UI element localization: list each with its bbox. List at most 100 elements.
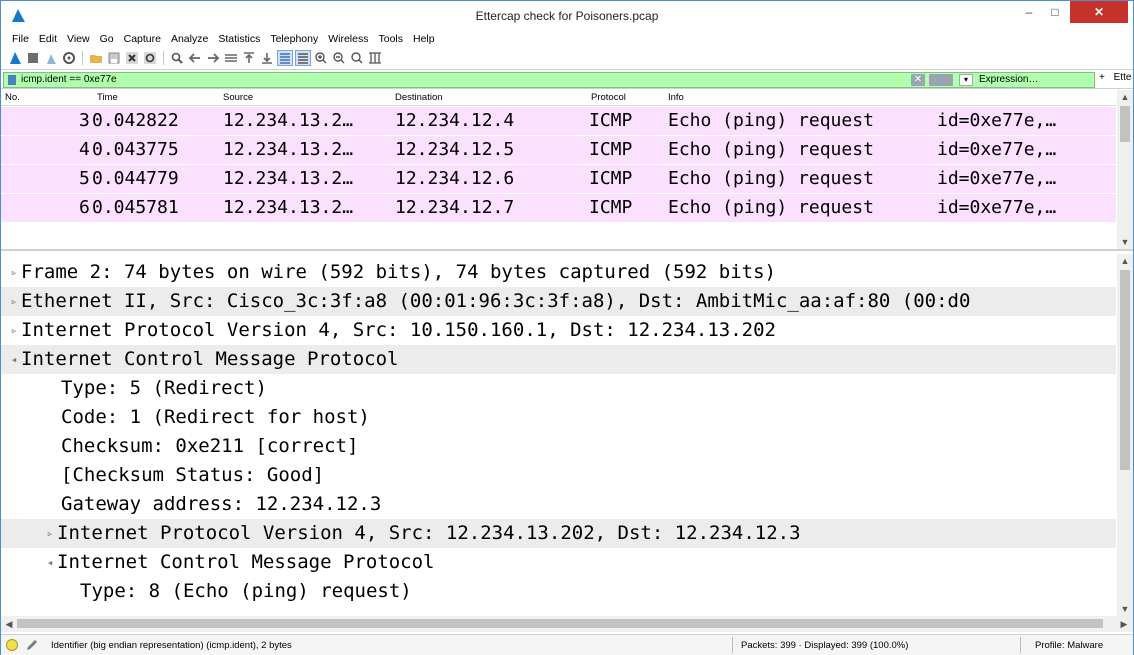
toolbar-separator <box>82 51 83 65</box>
menu-wireless[interactable]: Wireless <box>323 31 373 47</box>
menu-analyze[interactable]: Analyze <box>166 31 213 47</box>
packet-destination: 12.234.12.5 <box>395 139 515 160</box>
packet-info: Echo (ping) request <box>668 110 874 131</box>
packet-time: 0.043775 <box>92 139 179 160</box>
scroll-thumb[interactable] <box>17 619 1103 628</box>
tree-item-inner-icmp-type[interactable]: Type: 8 (Echo (ping) request) <box>1 577 1116 615</box>
expand-arrow-icon[interactable]: ▹ <box>7 258 21 287</box>
column-header-protocol[interactable]: Protocol <box>591 92 626 103</box>
close-file-icon[interactable] <box>124 50 140 66</box>
expand-arrow-icon[interactable]: ▹ <box>7 287 21 316</box>
menu-edit[interactable]: Edit <box>34 31 62 47</box>
tree-item-icmp[interactable]: ◂ Internet Control Message Protocol <box>1 345 1116 374</box>
status-separator <box>1020 637 1021 653</box>
go-forward-icon[interactable] <box>205 50 221 66</box>
expert-info-icon[interactable] <box>6 639 18 651</box>
menu-statistics[interactable]: Statistics <box>213 31 265 47</box>
go-back-icon[interactable] <box>187 50 203 66</box>
filter-value[interactable]: icmp.ident == 0xe77e <box>21 74 117 85</box>
details-horizontal-scrollbar[interactable]: ◀ ▶ <box>1 616 1133 632</box>
tree-item-inner-icmp[interactable]: ◂ Internet Control Message Protocol <box>1 548 1116 577</box>
packet-no: 6 <box>79 197 90 218</box>
last-packet-icon[interactable] <box>259 50 275 66</box>
column-header-time[interactable]: Time <box>97 92 118 103</box>
menu-file[interactable]: File <box>7 31 34 47</box>
packet-no: 4 <box>79 139 90 160</box>
scroll-right-icon[interactable]: ▶ <box>1116 617 1132 631</box>
main-toolbar <box>1 48 1133 68</box>
menu-help[interactable]: Help <box>408 31 440 47</box>
close-button[interactable]: ✕ <box>1070 1 1128 23</box>
menu-view[interactable]: View <box>62 31 95 47</box>
zoom-out-icon[interactable] <box>331 50 347 66</box>
restart-capture-icon[interactable] <box>43 50 59 66</box>
apply-filter-icon[interactable] <box>929 74 953 86</box>
menu-capture[interactable]: Capture <box>119 31 166 47</box>
normal-size-icon[interactable] <box>349 50 365 66</box>
profile-label[interactable]: Profile: Malware <box>1035 640 1103 651</box>
scroll-thumb[interactable] <box>1120 106 1130 142</box>
packet-row[interactable]: 6 0.045781 12.234.13.2… 12.234.12.7 ICMP… <box>1 194 1116 222</box>
packet-destination: 12.234.12.4 <box>395 110 515 131</box>
column-header-no[interactable]: No. <box>5 92 20 103</box>
menu-telephony[interactable]: Telephony <box>265 31 323 47</box>
filter-history-dropdown[interactable]: ▾ <box>959 74 973 86</box>
open-file-icon[interactable] <box>88 50 104 66</box>
packet-row[interactable]: 5 0.044779 12.234.13.2… 12.234.12.6 ICMP… <box>1 165 1116 193</box>
colorize-icon[interactable] <box>295 50 311 66</box>
packet-no: 5 <box>79 168 90 189</box>
expand-arrow-icon[interactable]: ▹ <box>7 316 21 345</box>
details-scrollbar[interactable]: ▲ ▼ <box>1117 254 1133 616</box>
scroll-down-icon[interactable]: ▼ <box>1117 602 1133 616</box>
start-capture-icon[interactable] <box>7 50 23 66</box>
packet-list-scrollbar[interactable]: ▲ ▼ <box>1117 90 1133 249</box>
scroll-left-icon[interactable]: ◀ <box>1 617 17 631</box>
tree-item-frame[interactable]: ▹ Frame 2: 74 bytes on wire (592 bits), 7… <box>1 258 1116 287</box>
menu-go[interactable]: Go <box>95 31 119 47</box>
tree-item-icmp-code[interactable]: Code: 1 (Redirect for host) <box>1 403 1116 432</box>
expression-button[interactable]: Expression… <box>979 74 1038 85</box>
scroll-up-icon[interactable]: ▲ <box>1117 254 1133 268</box>
autoscroll-icon[interactable] <box>277 50 293 66</box>
packet-source: 12.234.13.2… <box>223 139 354 160</box>
window-title: Ettercap check for Poisoners.pcap <box>475 9 659 23</box>
expand-arrow-icon[interactable]: ▹ <box>43 519 57 548</box>
tree-item-inner-ipv4[interactable]: ▹ Internet Protocol Version 4, Src: 12.23… <box>1 519 1116 548</box>
column-header-info[interactable]: Info <box>668 92 684 103</box>
edit-comment-icon[interactable] <box>25 638 39 652</box>
find-packet-icon[interactable] <box>169 50 185 66</box>
tree-item-ethernet[interactable]: ▹ Ethernet II, Src: Cisco_3c:3f:a8 (00:01… <box>1 287 1116 316</box>
display-filter-input[interactable]: icmp.ident == 0xe77e ✕ ▾ Expression… <box>3 72 1095 88</box>
packet-row[interactable]: 4 0.043775 12.234.13.2… 12.234.12.5 ICMP… <box>1 136 1116 164</box>
scroll-up-icon[interactable]: ▲ <box>1117 90 1133 104</box>
scroll-thumb[interactable] <box>1120 270 1130 470</box>
maximize-button[interactable]: □ <box>1042 1 1068 23</box>
packet-info-extra: id=0xe77e,… <box>937 110 1057 131</box>
menu-tools[interactable]: Tools <box>373 31 408 47</box>
clear-filter-icon[interactable]: ✕ <box>911 74 925 86</box>
tree-item-ipv4[interactable]: ▹ Internet Protocol Version 4, Src: 10.15… <box>1 316 1116 345</box>
scroll-down-icon[interactable]: ▼ <box>1117 235 1133 249</box>
bookmark-icon[interactable] <box>7 75 17 85</box>
save-file-icon[interactable] <box>106 50 122 66</box>
column-header-destination[interactable]: Destination <box>395 92 443 103</box>
column-header-source[interactable]: Source <box>223 92 253 103</box>
tree-item-checksum-status[interactable]: [Checksum Status: Good] <box>1 461 1116 490</box>
first-packet-icon[interactable] <box>241 50 257 66</box>
collapse-arrow-icon[interactable]: ◂ <box>7 345 21 374</box>
minimize-button[interactable]: – <box>1016 1 1042 23</box>
tree-item-icmp-checksum[interactable]: Checksum: 0xe211 [correct] <box>1 432 1116 461</box>
reload-file-icon[interactable] <box>142 50 158 66</box>
add-filter-button[interactable]: + <box>1099 72 1105 83</box>
tree-item-icmp-type[interactable]: Type: 5 (Redirect) <box>1 374 1116 403</box>
capture-options-icon[interactable] <box>61 50 77 66</box>
tree-item-gateway-address[interactable]: Gateway address: 12.234.12.3 <box>1 490 1116 519</box>
resize-columns-icon[interactable] <box>367 50 383 66</box>
collapse-arrow-icon[interactable]: ◂ <box>43 548 57 577</box>
packet-row[interactable]: 3 0.042822 12.234.13.2… 12.234.12.4 ICMP… <box>1 107 1116 135</box>
zoom-in-icon[interactable] <box>313 50 329 66</box>
packet-details-tree: ▹ Frame 2: 74 bytes on wire (592 bits), 7… <box>1 254 1133 632</box>
go-to-packet-icon[interactable] <box>223 50 239 66</box>
filter-button-ettercap[interactable]: Ette <box>1114 72 1132 83</box>
stop-capture-icon[interactable] <box>25 50 41 66</box>
